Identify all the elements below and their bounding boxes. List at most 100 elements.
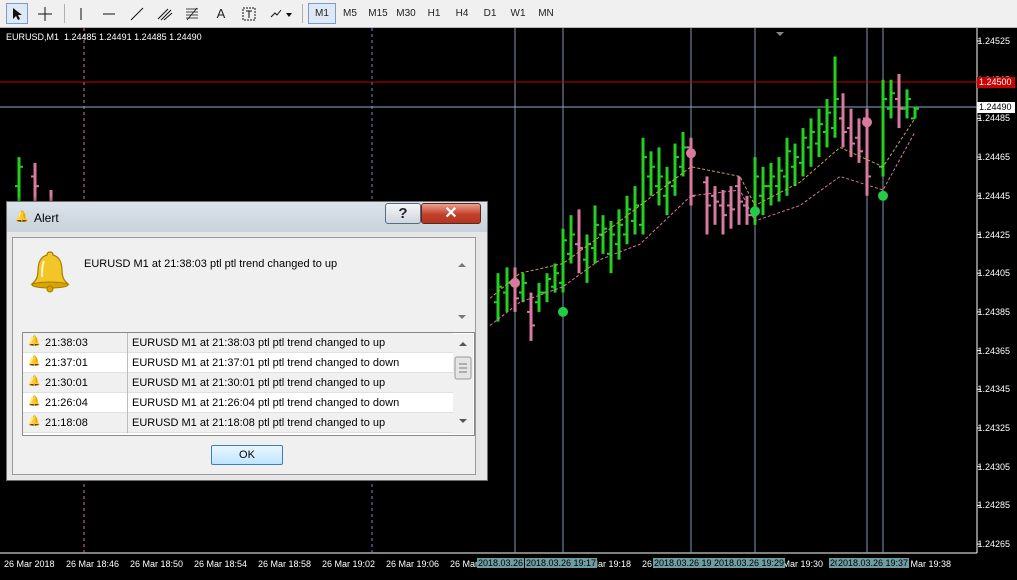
horizontal-line-button[interactable]: [98, 3, 120, 24]
help-button[interactable]: ?: [385, 203, 421, 224]
trend-up-signal: [558, 306, 568, 317]
price-axis-label: 1.24325: [977, 423, 1010, 433]
alert-row-message: EURUSD M1 at 21:26:04 ptl ptl trend chan…: [132, 397, 400, 409]
trend-down-signal: [686, 148, 696, 159]
price-axis-label: 1.24365: [977, 345, 1010, 356]
bell-icon: 🔔: [28, 376, 41, 387]
message-scrollbar[interactable]: [454, 257, 470, 325]
arrows-icon: [270, 9, 292, 17]
timeframe-m30-button[interactable]: M30: [392, 3, 420, 24]
message-area: EURUSD M1 at 21:38:03 ptl ptl trend chan…: [18, 243, 470, 325]
price-axis-label: 1.24425: [977, 229, 1010, 240]
trend-up-signal: [750, 206, 760, 217]
text-tool-button[interactable]: A: [210, 3, 232, 24]
shift-marker-icon: [776, 32, 784, 36]
trend-down-signal: [862, 117, 872, 128]
equidistant-channel-button[interactable]: [154, 3, 176, 24]
alert-message: EURUSD M1 at 21:38:03 ptl ptl trend chan…: [84, 258, 338, 270]
price-axis-label: 1.24485: [977, 113, 1010, 124]
cursor-icon: [13, 7, 22, 20]
list-scrollbar[interactable]: [453, 334, 473, 434]
timeframe-m15-button[interactable]: M15: [364, 3, 392, 24]
alert-titlebar[interactable]: 🔔 Alert ? ✕: [7, 202, 487, 232]
text-label-button[interactable]: [238, 3, 260, 24]
timeframe-w1-button[interactable]: W1: [504, 3, 532, 24]
time-axis-highlight: 2018.03.26 19: [653, 558, 713, 568]
bell-icon: [30, 251, 70, 293]
trend-up-signal: [878, 190, 888, 201]
column-divider: [127, 393, 128, 413]
bell-icon: 🔔: [15, 211, 29, 223]
price-axis-label: 1.24265: [977, 539, 1010, 550]
time-axis-label: 26 Mar 18:58: [258, 559, 312, 569]
horizontal-line-icon: [103, 13, 115, 14]
alert-row-message: EURUSD M1 at 21:38:03 ptl ptl trend chan…: [132, 337, 386, 349]
alert-row-time: 21:30:01: [45, 377, 88, 389]
bell-icon: 🔔: [28, 396, 41, 407]
alert-history-row[interactable]: 🔔 21:26:04 EURUSD M1 at 21:26:04 ptl ptl t…: [23, 393, 453, 413]
cursor-tool-button[interactable]: [6, 3, 28, 24]
price-axis-label: 1.24525: [977, 36, 1010, 46]
text-label-icon: [242, 7, 256, 20]
trail-band-lower: [489, 131, 916, 326]
symbol-info-line: EURUSD,M1 1.24485 1.24491 1.24485 1.2449…: [6, 32, 202, 42]
vertical-line-button[interactable]: [70, 3, 92, 24]
alert-row-time: 21:18:08: [45, 417, 88, 429]
toolbar: A M1 M5 M15 M30 H1 H4 D1 W1 MN: [0, 0, 1017, 28]
close-button[interactable]: ✕: [421, 203, 481, 224]
arrows-dropdown-button[interactable]: [266, 3, 296, 24]
time-axis-highlight: 2018.03.26: [477, 558, 525, 568]
scroll-up-icon: [458, 263, 466, 267]
alert-history-row[interactable]: 🔔 21:38:03 EURUSD M1 at 21:38:03 ptl ptl t…: [23, 333, 453, 353]
alert-history-list[interactable]: 🔔 21:38:03 EURUSD M1 at 21:38:03 ptl ptl t…: [22, 332, 475, 436]
current-price-tag: 1.24490: [977, 102, 1015, 113]
crosshair-tool-button[interactable]: [34, 3, 56, 24]
alert-dialog: 🔔 Alert ? ✕ EURUSD M1 at 21:38:03 ptl pt…: [6, 201, 488, 481]
column-divider: [127, 353, 128, 373]
alert-history-row[interactable]: 🔔 21:30:01 EURUSD M1 at 21:30:01 ptl ptl t…: [23, 373, 453, 393]
price-axis-label: 1.24405: [977, 268, 1010, 279]
alert-level-tag: 1.24500: [977, 77, 1015, 88]
vertical-line-icon: [80, 7, 82, 20]
timeframe-d1-button[interactable]: D1: [476, 3, 504, 24]
time-axis-label: 26 Mar 18:50: [130, 559, 184, 569]
column-divider: [127, 413, 128, 433]
alert-row-time: 21:38:03: [45, 337, 88, 349]
alert-history-row[interactable]: 🔔 21:37:01 EURUSD M1 at 21:37:01 ptl ptl t…: [23, 353, 453, 373]
channel-icon: [157, 8, 173, 20]
timeframe-h4-button[interactable]: H4: [448, 3, 476, 24]
time-axis-label: 26 Mar 2018: [4, 559, 55, 569]
alert-row-message: EURUSD M1 at 21:18:08 ptl ptl trend chan…: [132, 417, 386, 429]
time-axis-highlight: 2018.03.26 19:29: [713, 558, 786, 568]
trend-down-signal: [510, 277, 520, 288]
alert-row-time: 21:26:04: [45, 397, 88, 409]
alert-row-message: EURUSD M1 at 21:37:01 ptl ptl trend chan…: [132, 357, 400, 369]
toolbar-separator: [302, 4, 303, 23]
alert-title: Alert: [34, 211, 59, 225]
time-axis-label: 26 Mar 19:06: [386, 559, 440, 569]
fibonacci-button[interactable]: [182, 3, 204, 24]
time-axis-label: 26 Mar 18:54: [194, 559, 248, 569]
alert-history-row[interactable]: 🔔 21:18:08 EURUSD M1 at 21:18:08 ptl ptl t…: [23, 413, 453, 433]
column-divider: [127, 373, 128, 393]
timeframe-m1-button[interactable]: M1: [308, 3, 336, 24]
column-divider: [127, 333, 128, 353]
trendline-icon: [130, 7, 144, 20]
timeframe-m5-button[interactable]: M5: [336, 3, 364, 24]
bell-icon: 🔔: [28, 416, 41, 427]
scroll-down-icon: [459, 419, 467, 423]
timeframe-mn-button[interactable]: MN: [532, 3, 560, 24]
price-axis-label: 1.24285: [977, 500, 1010, 511]
toolbar-separator: [64, 4, 65, 23]
timeframe-h1-button[interactable]: H1: [420, 3, 448, 24]
trendline-button[interactable]: [126, 3, 148, 24]
alert-row-time: 21:37:01: [45, 357, 88, 369]
ok-button[interactable]: OK: [211, 445, 283, 465]
alert-body: EURUSD M1 at 21:38:03 ptl ptl trend chan…: [12, 237, 476, 475]
price-axis-label: 1.24445: [977, 190, 1010, 201]
scroll-up-icon: [459, 342, 467, 346]
time-axis-label: 26 Mar 19:02: [322, 559, 376, 569]
fibonacci-icon: [186, 7, 198, 20]
price-axis-label: 1.24465: [977, 152, 1010, 163]
time-axis-label: 26 Mar 18:46: [66, 559, 120, 569]
